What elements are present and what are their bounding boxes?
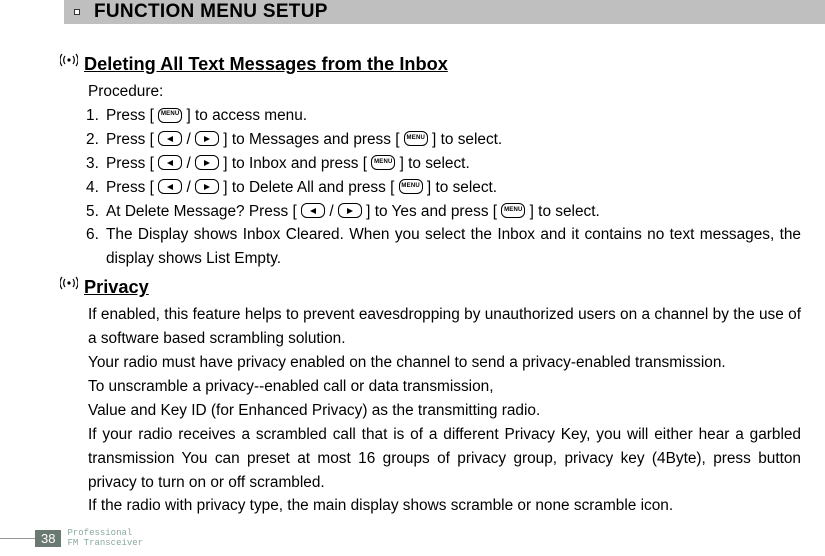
step-5: At Delete Message? Press [ / ] to Yes an…	[106, 200, 801, 224]
right-arrow-icon	[195, 155, 219, 170]
right-arrow-icon	[195, 179, 219, 194]
menu-button-icon: MENU	[399, 179, 423, 194]
privacy-p5: If your radio receives a scrambled call …	[88, 423, 801, 495]
radio-waves-icon	[60, 275, 78, 299]
content: Deleting All Text Messages from the Inbo…	[0, 24, 825, 518]
left-arrow-icon	[158, 179, 182, 194]
menu-button-icon: MENU	[501, 203, 525, 218]
section-heading-privacy: Privacy	[60, 273, 801, 301]
procedure-steps: Press [ MENU ] to access menu. Press [ /…	[60, 104, 801, 271]
step-3: Press [ / ] to Inbox and press [ MENU ] …	[106, 152, 801, 176]
left-arrow-icon	[301, 203, 325, 218]
right-arrow-icon	[195, 131, 219, 146]
radio-waves-icon	[60, 52, 78, 76]
step-4: Press [ / ] to Delete All and press [ ME…	[106, 176, 801, 200]
left-arrow-icon	[158, 131, 182, 146]
menu-button-icon: MENU	[158, 108, 182, 123]
privacy-text: If enabled, this feature helps to preven…	[88, 303, 801, 518]
footer-text: Professional FM Transceiver	[67, 529, 143, 548]
section-heading-deleting: Deleting All Text Messages from the Inbo…	[60, 50, 801, 78]
left-arrow-icon	[158, 155, 182, 170]
right-arrow-icon	[338, 203, 362, 218]
step-1: Press [ MENU ] to access menu.	[106, 104, 801, 128]
step-2: Press [ / ] to Messages and press [ MENU…	[106, 128, 801, 152]
footer-rule	[0, 538, 35, 539]
procedure-label: Procedure:	[88, 80, 801, 104]
section-title: Privacy	[84, 273, 149, 301]
menu-button-icon: MENU	[371, 155, 395, 170]
privacy-p3: To unscramble a privacy--enabled call or…	[88, 375, 801, 399]
privacy-p4: Value and Key ID (for Enhanced Privacy) …	[88, 399, 801, 423]
privacy-p6: If the radio with privacy type, the main…	[88, 494, 801, 518]
menu-button-icon: MENU	[404, 131, 428, 146]
step-6: The Display shows Inbox Cleared. When yo…	[106, 223, 801, 271]
header-bar: FUNCTION MENU SETUP	[64, 0, 825, 24]
privacy-p1: If enabled, this feature helps to preven…	[88, 303, 801, 351]
footer: 38 Professional FM Transceiver	[0, 529, 143, 548]
section-title: Deleting All Text Messages from the Inbo…	[84, 50, 448, 78]
page-number: 38	[35, 530, 61, 547]
bullet-icon	[74, 9, 80, 15]
privacy-p2: Your radio must have privacy enabled on …	[88, 351, 801, 375]
page-title: FUNCTION MENU SETUP	[94, 1, 328, 23]
